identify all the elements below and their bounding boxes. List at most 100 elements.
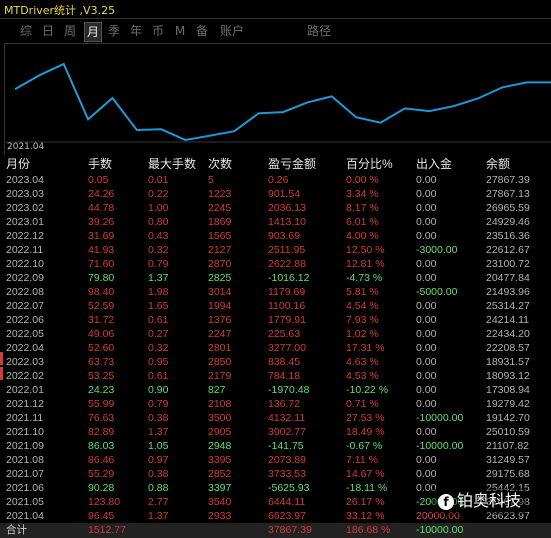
tab-10[interactable]: 路径: [305, 22, 333, 40]
tab-3[interactable]: 月: [84, 22, 102, 42]
cell-count: 2852: [208, 468, 232, 480]
cell-pnl: 2073.89: [268, 454, 306, 466]
table-row[interactable]: 2021.08 86.46 0.97 3395 2073.89 7.11 % 0.00 312…: [0, 453, 551, 468]
table-row[interactable]: 2022.03 63.73 0.95 2850 838.45 4.63 % 0.00 1893…: [0, 355, 551, 370]
table-row[interactable]: 2021.09 86.03 1.05 2948 -141.75 -0.67 % -10000…: [0, 439, 551, 454]
cell-count: 1869: [208, 216, 232, 228]
table-row[interactable]: 2022.05 49.06 0.27 2247 225.63 1.02 % 0.00 2243…: [0, 327, 551, 342]
table-row[interactable]: 2022.10 71.60 0.79 2870 2622.88 12.81 % 0.00 23…: [0, 257, 551, 272]
table-row[interactable]: 2023.04 0.05 0.01 5 0.26 0.00 % 0.00 27867.39: [0, 173, 551, 188]
cell-max_lots: 1.05: [148, 440, 169, 452]
cell-month: 2022.10: [6, 258, 44, 270]
table-row[interactable]: 2021.10 82.89 1.37 2905 3902.77 18.49 % 0.00 25…: [0, 425, 551, 440]
chart-x-start-label: 2021.04: [7, 142, 45, 152]
column-header-2[interactable]: 最大手数: [148, 156, 196, 173]
table-row[interactable]: 2023.01 39.26 0.80 1869 1413.10 6.01 % 0.00 249…: [0, 215, 551, 230]
column-header-3[interactable]: 次数: [208, 156, 232, 173]
cell-lots: 52.60: [88, 342, 115, 354]
tab-9[interactable]: 账户: [218, 22, 246, 40]
cell-count: 2850: [208, 356, 232, 368]
cell-flow: 0.00: [416, 370, 437, 382]
table-row[interactable]: 2022.01 24.23 0.90 827 -1970.48 -10.22 % 0.00 1…: [0, 383, 551, 398]
table-row[interactable]: 2021.07 55.29 0.38 2852 3733.53 14.67 % 0.00 29…: [0, 467, 551, 482]
table-row[interactable]: 2023.03 24.26 0.22 1223 901.54 3.34 % 0.00 2786…: [0, 187, 551, 202]
cell-count: 2948: [208, 440, 232, 452]
cell-month: 2022.05: [6, 328, 44, 340]
column-header-4[interactable]: 盈亏金额: [268, 156, 316, 173]
cell-pnl: 6623.97: [268, 510, 306, 522]
cell-pct: 27.53 %: [346, 412, 385, 424]
table-row[interactable]: 2022.06 31.72 0.61 1376 1779.91 7.93 % 0.00 242…: [0, 313, 551, 328]
cell-flow: 0.00: [416, 272, 437, 284]
tab-4[interactable]: 季: [106, 22, 122, 40]
equity-chart-svg: [5, 62, 551, 143]
cell-flow: 0.00: [416, 468, 437, 480]
cell-pct: 4.53 %: [346, 370, 379, 382]
cell-count: 5: [208, 174, 214, 186]
cell-lots: 79.80: [88, 272, 115, 284]
cell-balance: 21107.82: [486, 440, 530, 452]
cell-lots: 55.99: [88, 398, 115, 410]
cell-max_lots: 0.79: [148, 258, 169, 270]
table-row[interactable]: 2022.02 53.25 0.61 2179 784.18 4.53 % 0.00 1809…: [0, 369, 551, 384]
period-tabs: 综日周月季年币 M 备账户 路径: [0, 20, 551, 42]
table-row[interactable]: 2022.11 41.93 0.32 2127 2511.95 12.50 % -3000.…: [0, 243, 551, 258]
cell-month: 2021.12: [6, 398, 44, 410]
cell-pnl: 1100.16: [268, 300, 306, 312]
cell-lots: 24.23: [88, 384, 115, 396]
cell-balance: 21493.96: [486, 286, 530, 298]
table-row[interactable]: 2022.09 79.80 1.37 2825 -1016.12 -4.73 % 0.00 2…: [0, 271, 551, 286]
cell-balance: 22612.67: [486, 244, 530, 256]
column-header-0[interactable]: 月份: [6, 156, 30, 173]
cell-count: 3014: [208, 286, 232, 298]
watermark: f 铂奥科技: [432, 488, 528, 514]
cell-flow: -3000.00: [416, 244, 458, 256]
total-pnl: 37867.39: [268, 524, 312, 536]
cell-flow: 0.00: [416, 398, 437, 410]
cell-flow: 0.00: [416, 216, 437, 228]
cell-month: 2022.09: [6, 272, 44, 284]
cell-pnl: 784.18: [268, 370, 301, 382]
cell-count: 3540: [208, 496, 232, 508]
cell-pct: 18.49 %: [346, 426, 385, 438]
tab-8[interactable]: 备: [194, 22, 210, 40]
cell-flow: -10000.00: [416, 440, 464, 452]
cell-flow: 0.00: [416, 356, 437, 368]
tab-1[interactable]: 日: [40, 22, 56, 40]
cell-balance: 24214.11: [486, 314, 530, 326]
table-row[interactable]: 2021.12 55.99 0.79 2108 136.72 0.71 % 0.00 1927…: [0, 397, 551, 412]
cell-max_lots: 0.97: [148, 454, 169, 466]
table-row[interactable]: 2022.04 52.60 0.32 2801 3277.00 17.31 % 0.00 22…: [0, 341, 551, 356]
column-header-1[interactable]: 手数: [88, 156, 112, 173]
cell-balance: 23516.36: [486, 230, 530, 242]
tab-0[interactable]: 综: [18, 22, 34, 40]
cell-count: 3397: [208, 482, 232, 494]
cell-pct: 3.34 %: [346, 188, 379, 200]
tab-2[interactable]: 周: [62, 22, 78, 40]
tab-7[interactable]: M: [174, 22, 186, 40]
table-row[interactable]: 2022.12 31.69 0.43 1565 903.69 4.00 % 0.00 2351…: [0, 229, 551, 244]
table-header: 月份 手数 最大手数 次数 盈亏金额 百分比% 出入金 余额: [0, 156, 551, 173]
cell-max_lots: 0.43: [148, 230, 169, 242]
cell-pnl: 901.54: [268, 188, 301, 200]
cell-max_lots: 0.22: [148, 188, 169, 200]
cell-count: 2127: [208, 244, 232, 256]
tab-5[interactable]: 年: [128, 22, 144, 40]
cell-flow: 0.00: [416, 202, 437, 214]
monthly-stats-table: 月份 手数 最大手数 次数 盈亏金额 百分比% 出入金 余额 2023.04 0.05 0.01 5…: [0, 156, 551, 538]
cell-flow: 0.00: [416, 230, 437, 242]
cell-flow: 0.00: [416, 384, 437, 396]
column-header-6[interactable]: 出入金: [416, 156, 452, 173]
table-row[interactable]: 2022.07 52.59 1.65 1994 1100.16 4.54 % 0.00 253…: [0, 299, 551, 314]
tab-6[interactable]: 币: [150, 22, 166, 40]
title-bar: MTDriver统计 ,V3.25: [0, 0, 551, 19]
table-row[interactable]: 2022.08 98.40 1.98 3014 1179.69 5.81 % -5000.0…: [0, 285, 551, 300]
column-header-7[interactable]: 余额: [486, 156, 510, 173]
cell-count: 1223: [208, 188, 232, 200]
table-row[interactable]: 2023.02 44.78 1.00 2245 2036.13 8.17 % 0.00 269…: [0, 201, 551, 216]
cell-max_lots: 0.27: [148, 328, 169, 340]
table-row[interactable]: 2021.11 76.63 0.38 3500 4132.11 27.53 % -10000…: [0, 411, 551, 426]
cell-lots: 123.80: [88, 496, 121, 508]
column-header-5[interactable]: 百分比%: [346, 156, 393, 173]
cell-count: 827: [208, 384, 226, 396]
